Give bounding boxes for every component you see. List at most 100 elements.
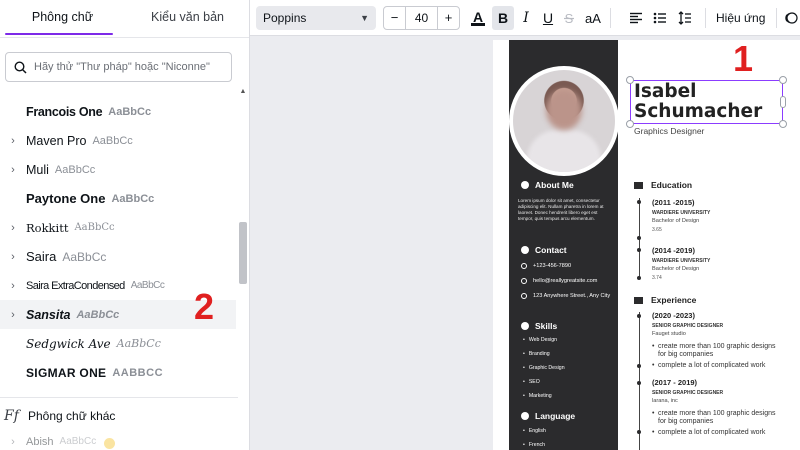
font-item-sedgwick-ave[interactable]: Sedgwick Ave AaBbCc [0, 329, 236, 358]
experience-role[interactable]: SENIOR GRAPHIC DESIGNER [652, 323, 723, 329]
experience-bullet[interactable]: complete a lot of complicated work [652, 429, 788, 437]
education-heading[interactable]: Education [634, 180, 692, 190]
contact-heading[interactable]: Contact [521, 245, 567, 255]
gear-icon [521, 322, 529, 330]
chevron-right-icon[interactable]: › [0, 222, 26, 234]
experience-bullet[interactable]: create more than 100 graphic designs for… [652, 410, 778, 426]
resize-handle[interactable] [626, 76, 634, 84]
active-tab-indicator [5, 33, 113, 35]
font-item-abish[interactable]: › Abish AaBbCc [0, 436, 236, 450]
tab-fonts[interactable]: Phông chữ [0, 0, 125, 37]
premium-crown-icon [104, 438, 116, 449]
spacing-icon [678, 11, 691, 25]
experience-role[interactable]: SENIOR GRAPHIC DESIGNER [652, 390, 723, 396]
profile-photo[interactable] [509, 66, 619, 176]
font-family-dropdown[interactable]: Poppins ▼ [256, 6, 376, 30]
resume-page[interactable]: About Me Lorem ipsum dolor sit amet, con… [493, 40, 800, 450]
experience-company[interactable]: Fauget studio [652, 331, 686, 337]
chevron-right-icon[interactable]: › [0, 280, 26, 292]
font-item-name: Abish [26, 436, 54, 448]
experience-heading[interactable]: Experience [634, 295, 696, 305]
about-heading[interactable]: About Me [521, 180, 574, 190]
increase-font-size-button[interactable]: + [438, 7, 459, 29]
font-item-saira[interactable]: › Saira AaBbCc [0, 242, 236, 271]
education-degree[interactable]: Bachelor of Design [652, 218, 699, 224]
animate-button[interactable] [783, 6, 799, 30]
resume-title[interactable]: Graphics Designer [634, 126, 704, 136]
skills-heading[interactable]: Skills [521, 321, 557, 331]
font-item-sample: AaBbCc [130, 280, 165, 291]
scroll-thumb[interactable] [239, 222, 247, 284]
education-school[interactable]: WARDIERE UNIVERSITY [652, 210, 710, 216]
experience-bullet[interactable]: complete a lot of complicated work [652, 362, 788, 370]
skill-item[interactable]: Marketing [523, 393, 552, 399]
experience-years[interactable]: (2020 -2023) [652, 311, 695, 320]
education-years[interactable]: (2014 -2019) [652, 246, 695, 255]
font-item-sample: AaBbCc [108, 105, 152, 118]
underline-button[interactable]: U [538, 6, 558, 30]
font-item-name: Paytone One [26, 191, 106, 206]
font-item-muli[interactable]: › Muli AaBbCc [0, 155, 236, 184]
location-icon [521, 293, 527, 299]
experience-years[interactable]: (2017 - 2019) [652, 378, 697, 387]
decrease-font-size-button[interactable]: − [384, 7, 405, 29]
timeline-dot [637, 248, 641, 252]
text-align-button[interactable] [625, 6, 647, 30]
resume-name[interactable]: Isabel Schumacher [634, 82, 784, 122]
font-search-input[interactable] [34, 61, 224, 73]
font-size-input[interactable]: 40 [405, 7, 438, 29]
font-list: Francois One AaBbCc › Maven Pro AaBbCc ›… [0, 97, 236, 395]
contact-phone[interactable]: +123-456-7890 [521, 263, 571, 269]
font-list-scrollbar[interactable]: ▲ [238, 88, 248, 450]
skill-item[interactable]: Graphic Design [523, 365, 565, 371]
text-color-button[interactable]: A [466, 6, 490, 30]
skill-item[interactable]: SEO [523, 379, 540, 385]
person-icon [521, 181, 529, 189]
font-item-sigmar-one[interactable]: Sigmar One AaBbCc [0, 358, 236, 387]
language-item[interactable]: English [523, 428, 546, 434]
bold-button[interactable]: B [492, 6, 514, 30]
phone-book-icon [521, 246, 529, 254]
font-item-sample: AaBbCc [76, 308, 120, 321]
education-degree[interactable]: Bachelor of Design [652, 266, 699, 272]
chevron-right-icon[interactable]: › [0, 164, 26, 176]
contact-address[interactable]: 123 Anywhere Street., Any City [521, 293, 611, 300]
chevron-right-icon[interactable]: › [0, 251, 26, 263]
education-gpa[interactable]: 3.74 [652, 275, 662, 281]
spacing-button[interactable] [674, 6, 696, 30]
language-item[interactable]: French [523, 442, 545, 448]
font-search-box[interactable] [5, 52, 232, 82]
experience-bullet[interactable]: create more than 100 graphic designs for… [652, 343, 778, 359]
about-text[interactable]: Lorem ipsum dolor sit amet, consectetur … [518, 198, 613, 222]
skill-item[interactable]: Branding [523, 351, 550, 357]
annotation-number-2: 2 [194, 286, 215, 327]
font-item-francois-one[interactable]: Francois One AaBbCc [0, 97, 236, 126]
chevron-right-icon[interactable]: › [0, 135, 26, 147]
scroll-up-arrow-icon[interactable]: ▲ [238, 88, 248, 95]
italic-button[interactable]: I [516, 6, 536, 30]
font-item-rokkitt[interactable]: › Rokkitt AaBbCc [0, 213, 236, 242]
language-heading[interactable]: Language [521, 411, 575, 421]
list-button[interactable] [649, 6, 671, 30]
text-color-icon: A [471, 8, 485, 26]
more-fonts-button[interactable]: Ff Phông chữ khác [4, 404, 115, 428]
font-item-sample: AaBbCc [74, 222, 115, 233]
experience-company[interactable]: larana, inc [652, 398, 678, 404]
tab-text-styles[interactable]: Kiểu văn bản [125, 0, 249, 37]
resize-handle[interactable] [626, 120, 634, 128]
font-item-name: Francois One [26, 104, 103, 119]
contact-email[interactable]: hello@reallygreatsite.com [521, 278, 597, 284]
letter-case-button[interactable]: aA [581, 6, 605, 30]
education-years[interactable]: (2011 -2015) [652, 198, 695, 207]
font-item-maven-pro[interactable]: › Maven Pro AaBbCc [0, 126, 236, 155]
effects-button[interactable]: Hiệu ứng [716, 6, 765, 30]
case-icon: aA [585, 10, 601, 26]
chevron-right-icon[interactable]: › [0, 309, 26, 321]
timeline-dot [637, 381, 641, 385]
education-school[interactable]: WARDIERE UNIVERSITY [652, 258, 710, 264]
chevron-down-icon: ▼ [360, 13, 369, 23]
education-gpa[interactable]: 3.65 [652, 227, 662, 233]
strikethrough-button[interactable]: S [559, 6, 579, 30]
skill-item[interactable]: Web Design [523, 337, 557, 343]
font-item-paytone-one[interactable]: Paytone One AaBbCc [0, 184, 236, 213]
